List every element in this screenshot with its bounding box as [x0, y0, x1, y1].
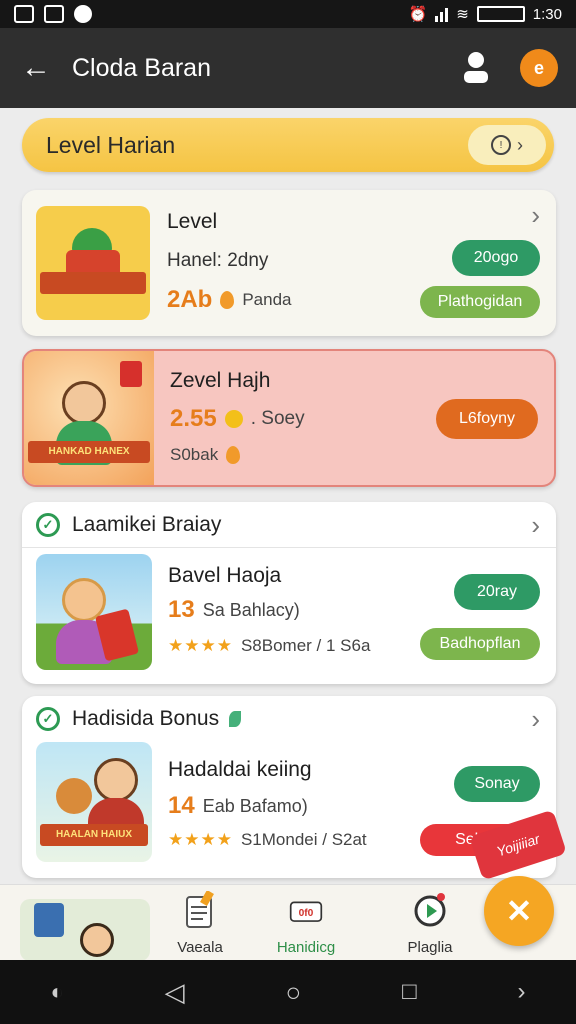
notes-icon: [186, 889, 214, 928]
chevron-right-icon: ›: [517, 134, 523, 155]
nav-label: Plaglia: [407, 939, 453, 956]
thumbnail-ribbon-text: HANKAD HANEX: [28, 441, 150, 463]
rating-stars: ★★★★: [168, 636, 233, 655]
item-stats: 14 Eab Bafamo): [168, 792, 308, 820]
section-title: Hadisida Bonus: [72, 707, 220, 730]
clock-play-icon: [414, 893, 446, 927]
thumbnail-ribbon-text: HAALAN HAIUX: [40, 824, 148, 846]
status-bar: ⏰ ≋ 1:30: [0, 0, 576, 28]
coin-badge-icon[interactable]: e: [520, 49, 558, 87]
featured-level-card[interactable]: HANKAD HANEX Zevel Hajh 2.55 . Soey S0ba…: [22, 349, 556, 487]
chevron-right-icon[interactable]: ›: [531, 510, 540, 541]
user-icon[interactable]: [456, 48, 496, 88]
featured-button[interactable]: L6foyny: [436, 399, 538, 439]
flame-icon: [226, 446, 241, 464]
chevron-right-icon[interactable]: ›: [531, 200, 540, 231]
clock-icon: !: [491, 135, 511, 155]
rating-stars: ★★★★: [168, 830, 233, 849]
rating-text: S8Bomer / 1 S6a: [240, 636, 371, 655]
timer-pill[interactable]: ! ›: [468, 125, 546, 165]
wifi-icon: ≋: [456, 6, 469, 23]
image-notification-icon: [44, 5, 64, 23]
recents-nav-icon[interactable]: □: [402, 978, 417, 1006]
nav-item-plaglia[interactable]: Plaglia: [380, 891, 480, 956]
banner-title: Level Harian: [46, 131, 176, 158]
section-thumbnail: [36, 554, 152, 670]
card-subtitle: Hanel: 2dny: [167, 250, 269, 271]
item-title: Bavel Haoja: [168, 564, 282, 587]
alarm-icon: ⏰: [408, 6, 428, 23]
card-value: 2.55: [170, 405, 217, 432]
smile-icon: [224, 410, 243, 428]
card-primary-button[interactable]: 20ogo: [452, 240, 540, 276]
card-stat-label: Panda: [242, 290, 292, 309]
item-rating: ★★★★ S1Mondei / S2at: [168, 830, 367, 850]
fab-tools-icon[interactable]: ✕: [484, 876, 554, 946]
item-value: 13: [168, 596, 195, 623]
card-substats: S0bak: [170, 445, 241, 465]
item-value-label: Eab Bafamo): [202, 795, 308, 816]
nav-label: Vaeala: [177, 939, 223, 956]
leaf-icon: [229, 711, 242, 727]
gallery-notification-icon: [14, 5, 34, 23]
level-thumbnail: [36, 206, 150, 320]
calendar-icon: 0f0: [289, 901, 323, 922]
signal-icon: [435, 6, 449, 22]
card-title: Level: [167, 210, 218, 233]
item-value: 14: [168, 792, 195, 819]
nav-item-hanidicg[interactable]: 0f0 Hanidicg: [256, 891, 356, 956]
item-primary-button[interactable]: Sonay: [454, 766, 540, 802]
nav-item-vaeala[interactable]: Vaeala: [150, 889, 250, 956]
card-stats: 2Ab Panda: [167, 286, 292, 314]
assistant-icon[interactable]: ◐: [50, 979, 63, 1005]
status-time: 1:30: [532, 5, 562, 23]
item-rating: ★★★★ S8Bomer / 1 S6a: [168, 636, 370, 656]
app-bar: ← Cloda Baran e: [0, 28, 576, 108]
flame-icon: [220, 291, 235, 309]
item-title: Hadaldai keiing: [168, 758, 312, 781]
section-header[interactable]: ✓ Laamikei Braiay: [22, 502, 556, 548]
level-card[interactable]: Level Hanel: 2dny 2Ab Panda › 20ogo Plat…: [22, 190, 556, 336]
app-notification-icon: [74, 5, 92, 23]
card-stat-label: . Soey: [250, 408, 305, 429]
chevron-right-icon[interactable]: ›: [531, 704, 540, 735]
bonus-thumbnail: HAALAN HAIUX: [36, 742, 152, 862]
rating-text: S1Mondei / S2at: [240, 830, 367, 849]
item-value-label: Sa Bahlacy): [202, 599, 300, 620]
nav-label: Hanidicg: [276, 939, 336, 956]
card-subtext: S0bak: [170, 445, 219, 464]
back-nav-icon[interactable]: ◁: [165, 977, 185, 1008]
card-secondary-button[interactable]: Plathogidan: [420, 286, 540, 318]
item-stats: 13 Sa Bahlacy): [168, 596, 300, 624]
section-card[interactable]: ✓ Laamikei Braiay › Bavel Haoja 13 Sa Ba…: [22, 502, 556, 684]
home-nav-icon[interactable]: ○: [286, 977, 302, 1008]
forward-nav-icon[interactable]: ›: [518, 978, 526, 1006]
card-value: 2Ab: [167, 286, 213, 313]
item-primary-button[interactable]: 20ray: [454, 574, 540, 610]
back-arrow-icon[interactable]: ←: [0, 51, 72, 85]
svg-text:0f0: 0f0: [299, 908, 314, 919]
check-circle-icon: ✓: [36, 512, 60, 537]
item-secondary-button[interactable]: Badhopflan: [420, 628, 540, 660]
card-title: Zevel Hajh: [170, 369, 271, 392]
check-circle-icon: ✓: [36, 707, 60, 731]
nav-profile-thumbnail[interactable]: [20, 899, 150, 961]
section-header[interactable]: ✓ Hadisida Bonus: [22, 696, 556, 742]
daily-level-banner[interactable]: Level Harian ! ›: [22, 118, 554, 172]
card-stats: 2.55 . Soey: [170, 405, 305, 433]
section-title: Laamikei Braiay: [72, 512, 222, 536]
system-navigation-bar: ◐ ◁ ○ □ ›: [0, 960, 576, 1024]
battery-icon: [476, 6, 525, 22]
featured-thumbnail: HANKAD HANEX: [24, 351, 154, 485]
page-title: Cloda Baran: [72, 53, 211, 82]
